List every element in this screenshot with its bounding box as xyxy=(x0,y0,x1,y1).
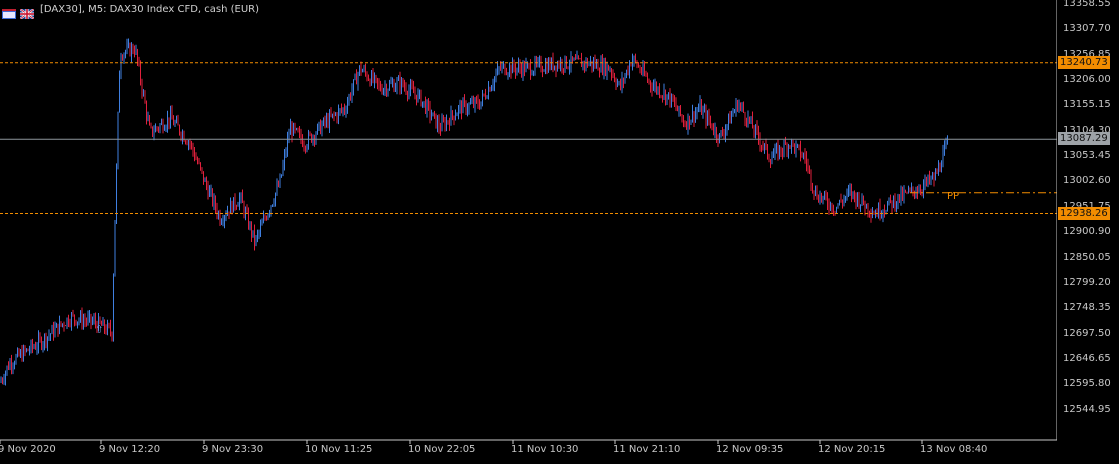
price-tick-label: 12697.50 xyxy=(1063,327,1111,339)
price-chart[interactable]: ⇧ xyxy=(0,0,1119,464)
price-tick-label: 12748.35 xyxy=(1063,302,1111,314)
chart-window: ⇧ [DAX30], M5: DAX30 Index CFD, cash (EU… xyxy=(0,0,1119,464)
time-tick-label: 12 Nov 20:15 xyxy=(818,444,886,455)
price-tick-label: 13206.00 xyxy=(1063,74,1111,86)
time-tick-label: 10 Nov 11:25 xyxy=(305,444,373,455)
time-tick-label: 9 Nov 12:20 xyxy=(99,444,161,455)
chart-title: [DAX30], M5: DAX30 Index CFD, cash (EUR) xyxy=(40,3,259,15)
horizontal-levels xyxy=(0,62,1057,215)
current-price-tag: 13087.29 xyxy=(1058,132,1110,146)
chart-title-bar: [DAX30], M5: DAX30 Index CFD, cash (EUR) xyxy=(2,2,259,20)
candlestick-series: ⇧ xyxy=(0,38,948,386)
price-tick-label: 12799.20 xyxy=(1063,276,1111,288)
time-tick-label: 9 Nov 2020 xyxy=(0,444,56,455)
resistance-level-tag: 13240.73 xyxy=(1058,55,1110,69)
price-tick-label: 12595.80 xyxy=(1063,378,1111,390)
price-tick-label: 12544.95 xyxy=(1063,403,1111,415)
price-tick-label: 13155.15 xyxy=(1063,99,1111,111)
time-tick-label: 13 Nov 08:40 xyxy=(920,444,988,455)
calendar-icon[interactable] xyxy=(2,4,16,19)
price-tick-label: 12850.05 xyxy=(1063,251,1111,263)
price-tick-label: 12900.90 xyxy=(1063,226,1111,238)
uk-flag-icon[interactable] xyxy=(19,4,35,20)
price-tick-label: 13002.60 xyxy=(1063,175,1111,187)
price-tick-label: 12646.65 xyxy=(1063,352,1111,364)
time-tick-label: 11 Nov 21:10 xyxy=(613,444,681,455)
price-tick-label: 13358.55 xyxy=(1063,0,1111,9)
support-level-tag: 12938.26 xyxy=(1058,206,1110,220)
time-tick-label: 11 Nov 10:30 xyxy=(511,444,579,455)
trade-arrow-icon: ⇧ xyxy=(95,324,103,335)
time-tick-label: 12 Nov 09:35 xyxy=(716,444,784,455)
price-tick-label: 13307.70 xyxy=(1063,23,1111,35)
time-tick-label: 10 Nov 22:05 xyxy=(408,444,476,455)
pivot-point-label: PP xyxy=(947,190,960,202)
price-tick-label: 13053.45 xyxy=(1063,150,1111,162)
time-tick-label: 9 Nov 23:30 xyxy=(202,444,264,455)
